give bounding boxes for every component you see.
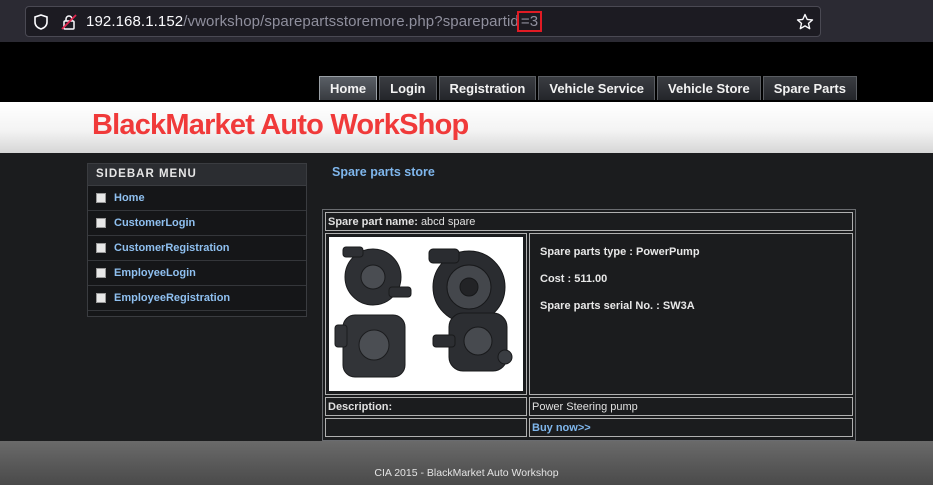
main-nav: Home Login Registration Vehicle Service … xyxy=(319,76,857,100)
bullet-icon xyxy=(96,268,106,278)
nav-tab-registration[interactable]: Registration xyxy=(438,76,537,100)
part-image-cell xyxy=(325,233,527,395)
bullet-icon xyxy=(96,243,106,253)
nav-tab-home[interactable]: Home xyxy=(319,76,378,100)
url-text[interactable]: 192.168.1.152/vworkshop/sparepartsstorem… xyxy=(86,11,543,32)
sidebar-item-employee-login[interactable]: EmployeeLogin xyxy=(88,261,306,286)
browser-toolbar: 192.168.1.152/vworkshop/sparepartsstorem… xyxy=(0,0,933,42)
part-type: Spare parts type : PowerPump xyxy=(540,246,700,258)
power-steering-pump-image xyxy=(329,237,523,391)
spare-part-card: Spare part name: abcd spare Spare parts … xyxy=(322,209,856,441)
sidebar-item-customer-registration[interactable]: CustomerRegistration xyxy=(88,236,306,261)
nav-tab-vehicle-store[interactable]: Vehicle Store xyxy=(657,76,761,100)
nav-tab-login[interactable]: Login xyxy=(379,76,437,100)
part-name-label: Spare part name: xyxy=(328,216,418,228)
bullet-icon xyxy=(96,293,106,303)
sidebar-item-employee-registration[interactable]: EmployeeRegistration xyxy=(88,286,306,311)
shield-icon[interactable] xyxy=(34,14,48,30)
buy-now-link[interactable]: Buy now>> xyxy=(532,422,591,434)
sidebar-item-label[interactable]: EmployeeLogin xyxy=(114,267,196,279)
section-title: Spare parts store xyxy=(332,165,435,179)
buy-now-cell: Buy now>> xyxy=(529,418,853,437)
url-path: /vworkshop/sparepartsstoremore.php?spare… xyxy=(183,13,519,30)
description-label: Description: xyxy=(325,397,527,416)
description-value: Power Steering pump xyxy=(529,397,853,416)
part-name-cell: Spare part name: abcd spare xyxy=(325,212,853,231)
nav-tab-vehicle-service[interactable]: Vehicle Service xyxy=(538,76,656,100)
sidebar: SIDEBAR MENU Home CustomerLogin Customer… xyxy=(87,163,307,317)
footer: CIA 2015 - BlackMarket Auto Workshop xyxy=(0,441,933,485)
sidebar-heading: SIDEBAR MENU xyxy=(88,164,306,186)
url-param-highlight: =3 xyxy=(516,11,543,32)
nav-tab-spare-parts[interactable]: Spare Parts xyxy=(762,76,857,100)
part-name-value: abcd spare xyxy=(420,216,476,228)
url-host: 192.168.1.152 xyxy=(86,13,184,30)
bullet-icon xyxy=(96,218,106,228)
bullet-icon xyxy=(96,193,106,203)
part-info-cell: Spare parts type : PowerPump Cost : 511.… xyxy=(529,233,853,395)
sidebar-item-label[interactable]: CustomerLogin xyxy=(114,217,195,229)
insecure-lock-icon[interactable] xyxy=(61,14,77,30)
site-title: BlackMarket Auto WorkShop xyxy=(92,109,469,141)
footer-text: CIA 2015 - BlackMarket Auto Workshop xyxy=(374,467,559,479)
site-banner: BlackMarket Auto WorkShop xyxy=(0,102,933,153)
sidebar-item-label[interactable]: EmployeeRegistration xyxy=(114,292,230,304)
sidebar-item-home[interactable]: Home xyxy=(88,186,306,211)
empty-cell xyxy=(325,418,527,437)
part-cost: Cost : 511.00 xyxy=(540,273,608,285)
bookmark-star-icon[interactable] xyxy=(796,13,814,31)
address-bar[interactable]: 192.168.1.152/vworkshop/sparepartsstorem… xyxy=(25,6,821,37)
part-serial: Spare parts serial No. : SW3A xyxy=(540,300,695,312)
sidebar-item-label[interactable]: Home xyxy=(114,192,145,204)
sidebar-item-label[interactable]: CustomerRegistration xyxy=(114,242,230,254)
sidebar-item-customer-login[interactable]: CustomerLogin xyxy=(88,211,306,236)
